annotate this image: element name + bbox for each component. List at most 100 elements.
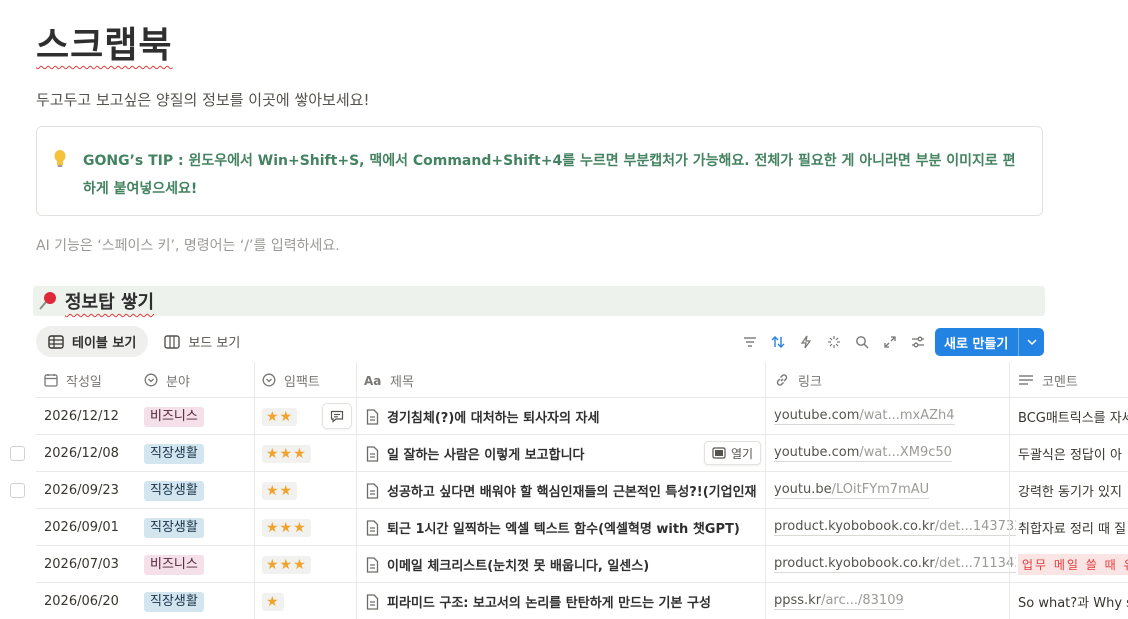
category-tag: 직장생활 [144,443,204,464]
new-entry-button[interactable]: 새로 만들기 [935,328,1044,356]
link-text[interactable]: youtube.com/wat...XM9c50 [774,445,952,462]
tab-table-view[interactable]: 테이블 보기 [36,326,149,357]
page-icon [366,445,379,462]
link-cell[interactable]: product.kyobobook.co.kr/det...143733 [774,509,1016,546]
lightbulb-icon [54,150,66,167]
title-text: 피라미드 구조: 보고서의 논리를 탄탄하게 만드는 기본 구성 [387,596,711,611]
category-cell[interactable]: 직장생활 [144,472,254,509]
comment-icon [330,410,344,423]
automation-icon[interactable] [792,328,820,356]
filter-icon[interactable] [736,328,764,356]
tip-text: GONG’s TIP : 윈도우에서 Win+Shift+S, 맥에서 Comm… [83,153,1016,197]
category-cell[interactable]: 비즈니스 [144,546,254,583]
ai-sparkle-icon[interactable] [820,328,848,356]
row-checkbox[interactable] [10,483,25,498]
select-icon [144,373,158,387]
column-header-impact[interactable]: 임팩트 [262,362,362,398]
comment-text: 강력한 동기가 있지 [1018,485,1122,500]
table-body: 2026/12/12 비즈니스 ★★ 경기침체(?)에 대처하는 퇴사자의 자세 you… [10,398,1128,619]
title-cell[interactable]: 성공하고 싶다면 배워야 할 핵심인재들의 근본적인 특성?!(기업인재 [366,472,764,509]
category-tag: 직장생활 [144,480,204,501]
page-subtitle[interactable]: 두고두고 보고싶은 양질의 정보를 이곳에 쌓아보세요! [36,89,369,110]
page-title[interactable]: 스크랩북 [36,16,172,68]
column-header-date[interactable]: 작성일 [44,362,144,398]
comment-cell[interactable]: 취합자료 정리 때 질 [1018,509,1128,546]
table-row[interactable]: 2026/06/20 직장생활 ★ 피라미드 구조: 보고서의 논리를 탄탄하게 만드… [36,583,1128,619]
table-row[interactable]: 2026/09/01 직장생활 ★★★ 퇴근 1시간 일찍하는 엑셀 텍스트 함수(엑… [36,509,1128,546]
star-rating: ★★★ [262,444,311,463]
link-cell[interactable]: youtu.be/LOitFYm7mAU [774,472,1016,509]
section-heading[interactable]: 정보탑 쌓기 [33,286,1045,316]
comment-cell[interactable]: BCG매트릭스를 자세 [1018,398,1128,435]
date-cell[interactable]: 2026/07/03 [44,546,144,583]
category-cell[interactable]: 비즈니스 [144,398,254,435]
category-cell[interactable]: 직장생활 [144,509,254,546]
title-cell[interactable]: 경기침체(?)에 대처하는 퇴사자의 자세 [366,398,764,435]
tab-board-view[interactable]: 보드 보기 [152,326,252,357]
link-cell[interactable]: product.kyobobook.co.kr/det...711343 [774,546,1016,583]
link-cell[interactable]: youtube.com/wat...XM9c50 [774,435,1016,472]
star-rating: ★★ [262,481,298,500]
category-cell[interactable]: 직장생활 [144,583,254,619]
select-icon [262,373,276,387]
link-cell[interactable]: ppss.kr/arc.../83109 [774,583,1016,619]
title-cell[interactable]: 피라미드 구조: 보고서의 논리를 탄탄하게 만드는 기본 구성 [366,583,764,619]
settings-sliders-icon[interactable] [904,328,932,356]
database-table: 작성일 분야 임팩트 Aa 제목 링크 코멘트 2026/12/12 비즈니스 ★★… [10,362,1128,619]
link-text[interactable]: youtube.com/wat...mxAZh4 [774,408,955,425]
category-tag: 직장생활 [144,591,204,612]
impact-cell[interactable]: ★★★ [262,509,352,546]
expand-icon[interactable] [876,328,904,356]
link-text[interactable]: product.kyobobook.co.kr/det...143733 [774,519,1016,536]
impact-cell[interactable]: ★ [262,583,352,619]
comment-bubble-button[interactable] [322,403,352,429]
link-text[interactable]: product.kyobobook.co.kr/det...711343 [774,556,1016,573]
impact-cell[interactable]: ★★★ [262,546,352,583]
star-rating: ★★★ [262,555,311,574]
open-page-button[interactable]: 열기 [704,441,761,465]
table-row[interactable]: 2026/12/08 직장생활 ★★★ 일 잘하는 사람은 이렇게 보고합니다 yout… [10,435,1128,472]
date-cell[interactable]: 2026/09/23 [44,472,144,509]
link-text[interactable]: youtu.be/LOitFYm7mAU [774,482,930,499]
column-header-category[interactable]: 분야 [144,362,254,398]
board-icon [164,334,181,349]
impact-cell[interactable]: ★★ [262,472,352,509]
sort-icon[interactable] [764,328,792,356]
category-cell[interactable]: 직장생활 [144,435,254,472]
ai-hint-placeholder[interactable]: AI 기능은 ‘스페이스 키’, 명령어는 ‘/’를 입력하세요. [36,235,340,255]
title-cell[interactable]: 퇴근 1시간 일찍하는 엑셀 텍스트 함수(엑셀혁명 with 챗GPT) [366,509,764,546]
chevron-down-icon[interactable] [1019,339,1044,345]
comment-text: So what?과 Why so [1018,596,1128,611]
date-cell[interactable]: 2026/09/01 [44,509,144,546]
comment-text: BCG매트릭스를 자세 [1018,411,1128,426]
text-type-icon: Aa [364,374,381,386]
date-cell[interactable]: 2026/12/12 [44,398,144,435]
column-header-link[interactable]: 링크 [774,362,1014,398]
comment-cell[interactable]: 업무 메일 쓸 때 유 [1018,546,1128,583]
comment-cell[interactable]: 강력한 동기가 있지 [1018,472,1128,509]
search-icon[interactable] [848,328,876,356]
tab-table-label: 테이블 보기 [72,336,137,351]
title-text: 퇴근 1시간 일찍하는 엑셀 텍스트 함수(엑셀혁명 with 챗GPT) [387,522,740,537]
impact-cell[interactable]: ★★★ [262,435,352,472]
link-cell[interactable]: youtube.com/wat...mxAZh4 [774,398,1016,435]
link-text[interactable]: ppss.kr/arc.../83109 [774,593,904,610]
column-header-comment[interactable]: 코멘트 [1018,362,1128,398]
page-icon [366,556,379,573]
row-checkbox[interactable] [10,446,25,461]
comment-cell[interactable]: So what?과 Why so [1018,583,1128,619]
tab-board-label: 보드 보기 [188,336,241,351]
table-row[interactable]: 2026/07/03 비즈니스 ★★★ 이메일 체크리스트(눈치껏 못 배웁니다, 일… [36,546,1128,583]
column-header-title[interactable]: Aa 제목 [364,362,764,398]
table-row[interactable]: 2026/09/23 직장생활 ★★ 성공하고 싶다면 배워야 할 핵심인재들의 근본… [10,472,1128,509]
table-row[interactable]: 2026/12/12 비즈니스 ★★ 경기침체(?)에 대처하는 퇴사자의 자세 you… [36,398,1128,435]
open-side-peek-icon [712,447,726,459]
star-rating: ★★★ [262,518,311,537]
date-cell[interactable]: 2026/12/08 [44,435,144,472]
tip-callout[interactable]: GONG’s TIP : 윈도우에서 Win+Shift+S, 맥에서 Comm… [36,126,1043,216]
star-rating: ★ [262,592,284,611]
title-cell[interactable]: 이메일 체크리스트(눈치껏 못 배웁니다, 일센스) [366,546,764,583]
open-label: 열기 [730,446,754,461]
comment-cell[interactable]: 두괄식은 정답이 아 [1018,435,1128,472]
date-cell[interactable]: 2026/06/20 [44,583,144,619]
